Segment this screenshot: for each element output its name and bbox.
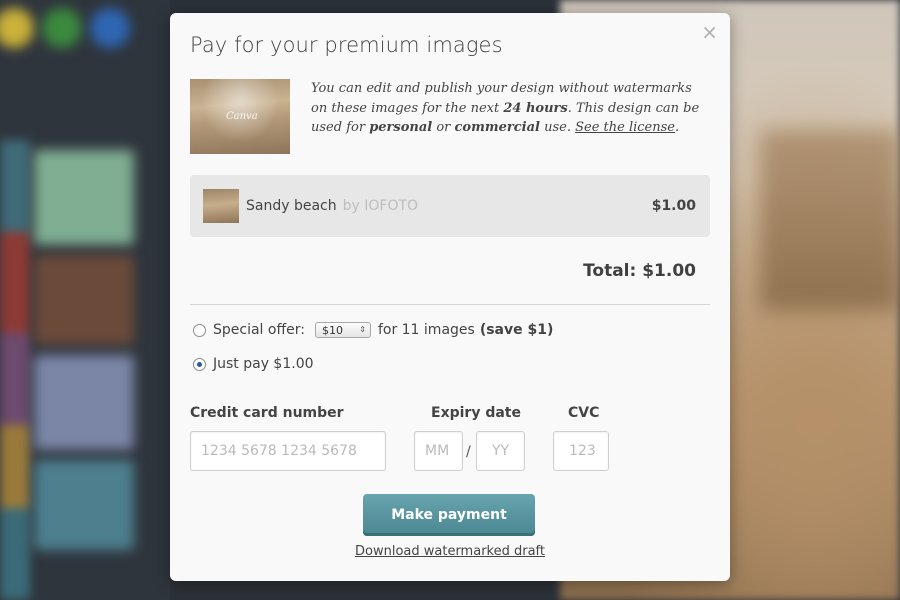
card-number-label: Credit card number: [190, 405, 344, 421]
background-dot: [42, 8, 82, 48]
description-text: use.: [539, 120, 576, 135]
card-number-input[interactable]: 1234 5678 1234 5678: [190, 431, 386, 471]
background-sidebar: [0, 0, 170, 600]
close-icon[interactable]: ×: [701, 21, 718, 43]
background-tile: [34, 460, 134, 550]
description-commercial: commercial: [454, 120, 540, 135]
premium-image-thumbnail: Canva: [190, 79, 290, 154]
description-hours: 24 hours: [503, 100, 568, 116]
cvc-input[interactable]: 123: [553, 431, 609, 471]
special-offer-saving: (save $1): [479, 322, 554, 338]
make-payment-button[interactable]: Make payment: [363, 494, 535, 536]
select-arrows-icon: ⇕: [359, 325, 366, 334]
description-personal: personal: [369, 120, 433, 135]
description-text: .: [674, 120, 680, 135]
background-tile: [34, 150, 134, 245]
special-offer-radio[interactable]: [193, 323, 206, 337]
item-author: by IOFOTO: [342, 198, 419, 214]
payment-dialog: Pay for your premium images × Canva You …: [170, 13, 730, 581]
license-link[interactable]: See the license: [575, 120, 675, 135]
dialog-title: Pay for your premium images: [190, 33, 503, 57]
background-canvas-shade: [760, 130, 900, 310]
item-thumbnail: [203, 189, 239, 223]
download-draft-label[interactable]: Download watermarked draft: [355, 544, 545, 559]
watermark-text: Canva: [226, 111, 258, 122]
item-price: $1.00: [651, 198, 696, 214]
download-draft-link[interactable]: Download watermarked draft: [170, 544, 730, 559]
divider: [190, 304, 710, 305]
order-total: Total: $1.00: [583, 261, 696, 281]
expiry-separator: /: [466, 444, 471, 460]
expiry-label: Expiry date: [431, 405, 521, 421]
expiry-year-input[interactable]: YY: [476, 431, 525, 471]
cart-item: Sandy beach by IOFOTO $1.00: [190, 175, 710, 237]
background-dot: [0, 8, 34, 48]
just-pay-option[interactable]: Just pay $1.00: [193, 356, 314, 372]
item-title: Sandy beach by IOFOTO: [246, 198, 418, 214]
description-text: or: [432, 120, 455, 135]
background-tile: [34, 355, 134, 450]
background-dot: [90, 8, 130, 48]
offer-amount-select[interactable]: $10 ⇕: [314, 322, 371, 338]
special-offer-label: Special offer:: [213, 322, 305, 338]
license-description: You can edit and publish your design wit…: [311, 79, 711, 138]
background-strip: [0, 140, 30, 600]
item-name: Sandy beach: [246, 198, 337, 214]
just-pay-label: Just pay $1.00: [213, 356, 314, 372]
just-pay-radio[interactable]: [193, 357, 206, 371]
cvc-label: CVC: [568, 405, 600, 421]
background-tile: [34, 255, 134, 345]
expiry-month-input[interactable]: MM: [414, 431, 463, 471]
special-offer-detail: for 11 images: [377, 322, 475, 338]
special-offer-option[interactable]: Special offer: $10 ⇕ for 11 images (save…: [193, 322, 553, 338]
offer-amount-value: $10: [321, 323, 343, 337]
